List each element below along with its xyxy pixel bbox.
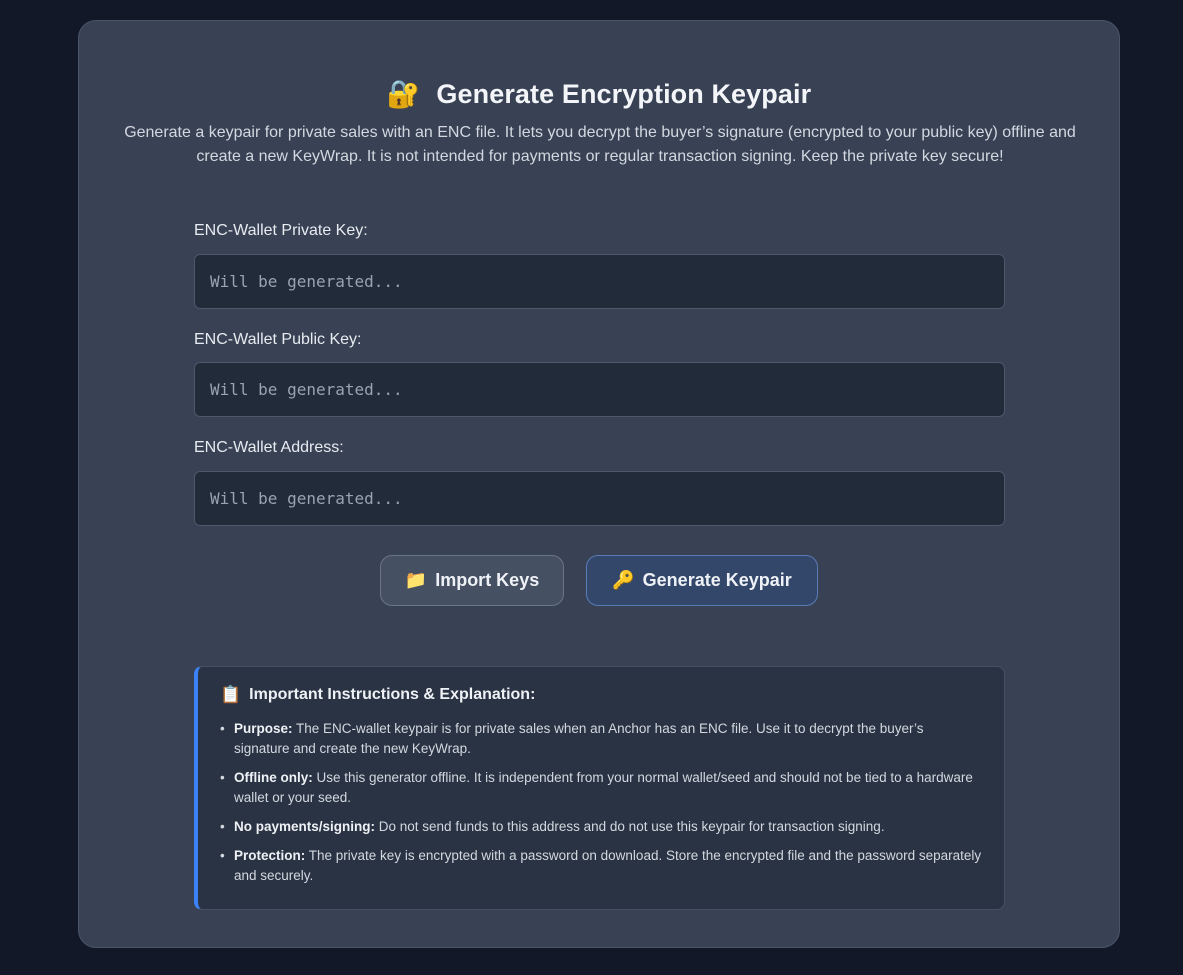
private-key-field[interactable] <box>194 254 1005 309</box>
import-keys-button[interactable]: 📁 Import Keys <box>380 555 564 606</box>
instruction-term: Purpose: <box>234 721 293 736</box>
key-icon: 🔑 <box>612 570 635 591</box>
instruction-term: Offline only: <box>234 770 313 785</box>
instruction-term: Protection: <box>234 848 306 863</box>
instruction-term: No payments/signing: <box>234 819 376 834</box>
page-title: Generate Encryption Keypair <box>436 79 812 109</box>
lock-with-key-icon: 🔐 <box>386 79 421 110</box>
private-key-label: ENC-Wallet Private Key: <box>194 222 368 239</box>
title-row: 🔐 Generate Encryption Keypair <box>79 79 1119 110</box>
instruction-text: The private key is encrypted with a pass… <box>234 848 982 883</box>
instruction-offline: Offline only: Use this generator offline… <box>220 768 982 808</box>
instruction-purpose: Purpose: The ENC-wallet keypair is for p… <box>220 719 982 759</box>
instruction-protection: Protection: The private key is encrypted… <box>220 846 982 886</box>
instructions-title: Important Instructions & Explanation: <box>249 686 536 703</box>
instructions-panel: 📋 Important Instructions & Explanation: … <box>194 666 1005 910</box>
instructions-list: Purpose: The ENC-wallet keypair is for p… <box>220 719 982 886</box>
clipboard-icon: 📋 <box>220 685 242 705</box>
instruction-text: Use this generator offline. It is indepe… <box>234 770 973 805</box>
address-label: ENC-Wallet Address: <box>194 439 344 456</box>
instruction-text: The ENC-wallet keypair is for private sa… <box>234 721 924 756</box>
action-buttons: 📁 Import Keys 🔑 Generate Keypair <box>79 555 1119 606</box>
generate-keypair-label: Generate Keypair <box>642 570 792 590</box>
page-description: Generate a keypair for private sales wit… <box>124 124 1076 165</box>
address-field[interactable] <box>194 471 1005 526</box>
instruction-no-payments: No payments/signing: Do not send funds t… <box>220 817 982 837</box>
instruction-text: Do not send funds to this address and do… <box>375 819 885 834</box>
instructions-header: 📋 Important Instructions & Explanation: <box>220 685 982 705</box>
folder-icon: 📁 <box>404 570 428 591</box>
public-key-field[interactable] <box>194 362 1005 417</box>
keypair-card: 🔐 Generate Encryption Keypair Generate a… <box>78 20 1120 948</box>
import-keys-label: Import Keys <box>435 570 540 590</box>
public-key-label: ENC-Wallet Public Key: <box>194 331 362 348</box>
generate-keypair-button[interactable]: 🔑 Generate Keypair <box>586 555 818 606</box>
